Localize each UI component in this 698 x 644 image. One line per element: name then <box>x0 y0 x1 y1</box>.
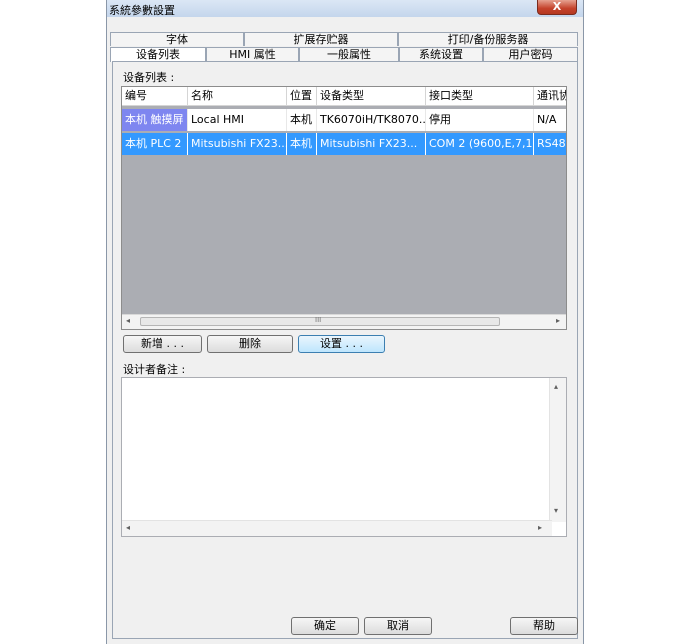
cell-device-type: Mitsubishi FX23... <box>317 133 426 155</box>
tab-font[interactable]: 字体 <box>110 32 244 46</box>
column-header-location[interactable]: 位置 <box>287 87 317 105</box>
cancel-button[interactable]: 取消 <box>364 617 432 635</box>
column-header-device-type[interactable]: 设备类型 <box>317 87 426 105</box>
notes-vertical-scrollbar[interactable]: ▴ ▾ <box>549 378 566 522</box>
tab-general-properties[interactable]: 一般属性 <box>299 47 399 61</box>
title-bar[interactable]: 系統參數設置 X <box>107 0 583 17</box>
new-device-button[interactable]: 新增 . . . <box>123 335 202 353</box>
cell-location: 本机 <box>287 109 317 131</box>
column-header-name[interactable]: 名称 <box>188 87 287 105</box>
scroll-left-icon[interactable]: ◂ <box>126 523 130 532</box>
list-horizontal-scrollbar[interactable]: ◂ III ▸ <box>122 314 566 329</box>
window-title: 系統參數設置 <box>109 4 175 17</box>
tabs-row-bottom: 设备列表 HMI 属性 一般属性 系统设置 用户密码 <box>110 47 580 62</box>
close-button[interactable]: X <box>537 0 577 15</box>
tab-device-list[interactable]: 设备列表 <box>110 47 206 62</box>
scroll-down-icon[interactable]: ▾ <box>554 506 558 515</box>
column-header-id[interactable]: 编号 <box>122 87 188 105</box>
tabs-row-top: 字体 扩展存贮器 打印/备份服务器 <box>110 32 580 46</box>
scroll-grip-icon: III <box>315 316 322 324</box>
device-settings-button[interactable]: 设置 . . . <box>298 335 385 353</box>
help-button[interactable]: 帮助 <box>510 617 578 635</box>
cell-id: 本机 触摸屏 <box>122 109 188 131</box>
column-header-protocol[interactable]: 通讯协 <box>534 87 566 105</box>
ok-button[interactable]: 确定 <box>291 617 359 635</box>
cell-id: 本机 PLC 2 <box>122 133 188 155</box>
cell-protocol: N/A <box>534 109 566 131</box>
tab-extended-memory[interactable]: 扩展存贮器 <box>244 32 398 46</box>
table-row[interactable]: 本机 PLC 2 Mitsubishi FX23... 本机 Mitsubish… <box>122 133 566 155</box>
scroll-thumb[interactable]: III <box>140 316 500 326</box>
tab-hmi-properties[interactable]: HMI 属性 <box>206 47 299 61</box>
designer-notes-textarea[interactable]: ▴ ▾ ◂ ▸ <box>121 377 567 537</box>
column-header-interface-type[interactable]: 接口类型 <box>426 87 534 105</box>
delete-device-button[interactable]: 删除 <box>207 335 293 353</box>
device-list-view[interactable]: 编号 名称 位置 设备类型 接口类型 通讯协 本机 触摸屏 Local HMI … <box>121 86 567 330</box>
tab-user-password[interactable]: 用户密码 <box>483 47 578 61</box>
cell-location: 本机 <box>287 133 317 155</box>
cell-interface-type: 停用 <box>426 109 534 131</box>
table-row[interactable]: 本机 触摸屏 Local HMI 本机 TK6070iH/TK8070... 停… <box>122 109 566 131</box>
cell-device-type: TK6070iH/TK8070... <box>317 109 426 131</box>
cell-protocol: RS48 <box>534 133 566 155</box>
device-list-label: 设备列表 : <box>123 71 175 84</box>
scroll-right-icon[interactable]: ▸ <box>556 316 560 325</box>
scroll-up-icon[interactable]: ▴ <box>554 382 558 391</box>
notes-horizontal-scrollbar[interactable]: ◂ ▸ <box>122 520 552 536</box>
list-header: 编号 名称 位置 设备类型 接口类型 通讯协 <box>122 87 566 106</box>
tab-print-backup-server[interactable]: 打印/备份服务器 <box>398 32 578 46</box>
cell-name: Mitsubishi FX23... <box>188 133 287 155</box>
scroll-right-icon[interactable]: ▸ <box>538 523 542 532</box>
scroll-left-icon[interactable]: ◂ <box>126 316 130 325</box>
tab-system-settings[interactable]: 系统设置 <box>399 47 483 61</box>
cell-interface-type: COM 2 (9600,E,7,1) <box>426 133 534 155</box>
cell-name: Local HMI <box>188 109 287 131</box>
system-parameters-dialog: 系統參數設置 X 字体 扩展存贮器 打印/备份服务器 设备列表 HMI 属性 一… <box>106 0 584 644</box>
designer-notes-label: 设计者备注 : <box>123 363 186 376</box>
